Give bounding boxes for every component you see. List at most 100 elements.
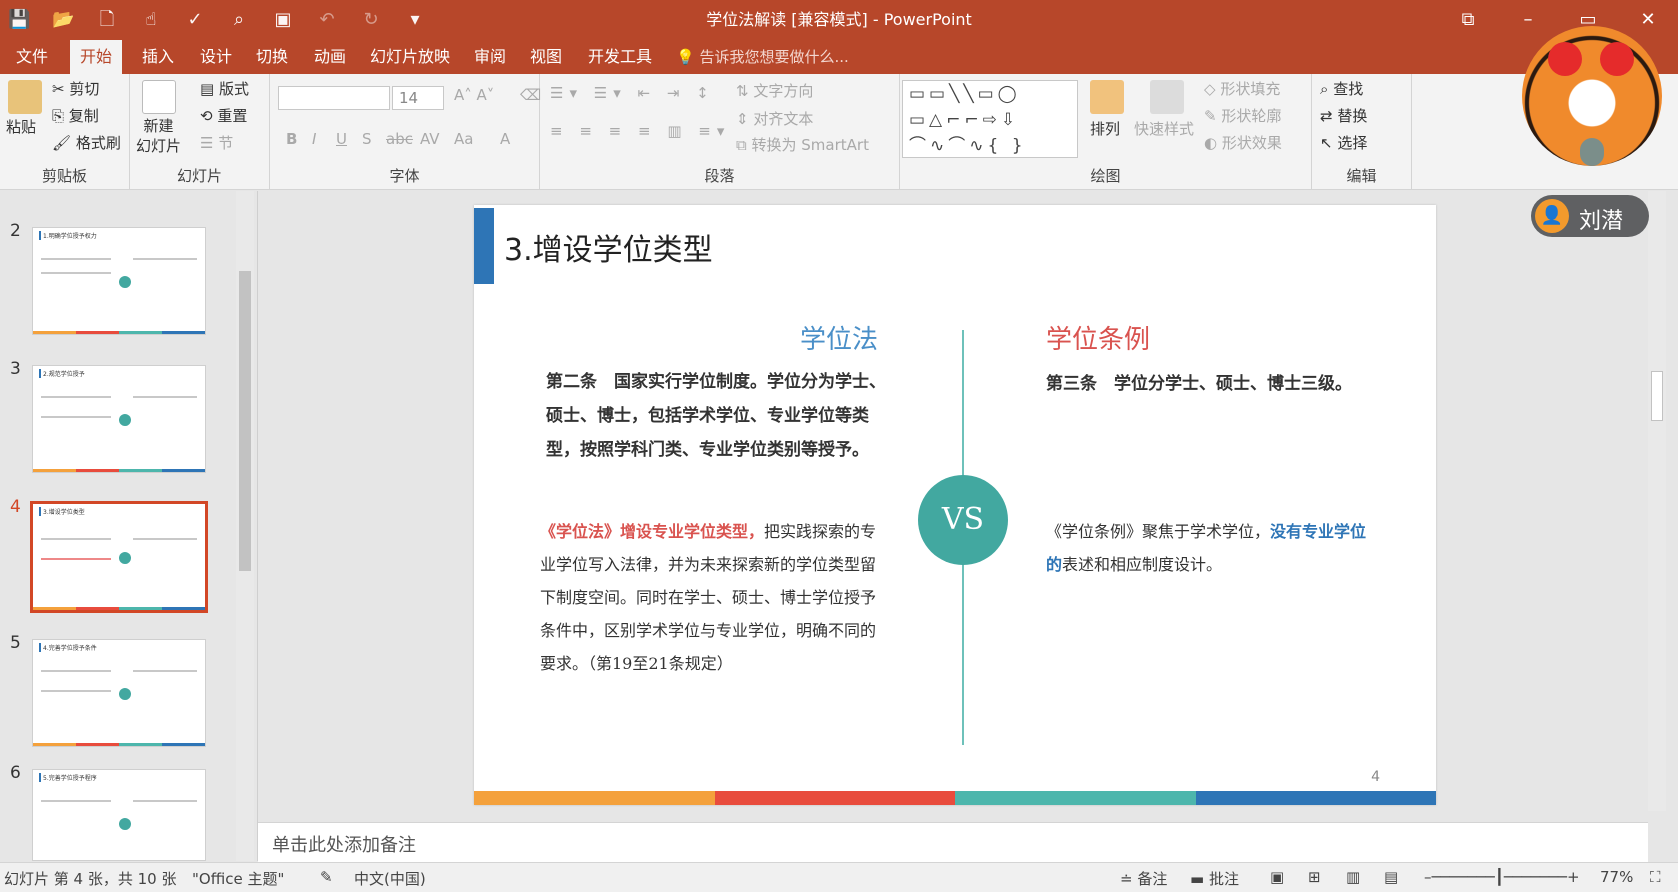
align-buttons[interactable]: ≡ ≡ ≡ ≡ ▥ ≡▾ <box>550 122 730 140</box>
customize-icon[interactable]: ▾ <box>404 9 426 31</box>
slide-thumbnail-5[interactable]: 4.完善学位授予条件 <box>32 639 206 747</box>
new-icon[interactable]: 🗋 <box>96 9 118 31</box>
paste-icon[interactable] <box>8 80 42 114</box>
slide-thumbnail-6[interactable]: 5.完善学位授予程序 <box>32 769 206 861</box>
bold-button[interactable]: B <box>286 130 297 148</box>
zoom-slider[interactable]: –───────┃───────+ <box>1424 868 1580 886</box>
shapes-gallery[interactable]: ▭▭╲╲▭◯ ▭△⌐⌐⇨⇩ ⌒∿⌒∿{ } <box>902 80 1078 158</box>
tell-me-search[interactable]: 💡 告诉我您想要做什么... <box>676 40 849 74</box>
language-indicator[interactable]: 中文(中国) <box>354 868 426 889</box>
shape-outline-button[interactable]: ✎ 形状轮廓 <box>1204 105 1281 126</box>
right-explanation-b: 表述和相应制度设计。 <box>1062 555 1223 574</box>
meeting-user-chip[interactable]: 👤 刘潜 <box>1531 195 1649 237</box>
tab-design[interactable]: 设计 <box>190 40 242 74</box>
smartart-button[interactable]: ⧉ 转换为 SmartArt <box>736 134 869 155</box>
shape-fill-button[interactable]: ◇ 形状填充 <box>1204 78 1280 99</box>
zoom-level[interactable]: 77% <box>1600 868 1633 886</box>
thumb-vs-circle <box>119 552 131 564</box>
list-buttons[interactable]: ☰▾ ☰▾ ⇤ ⇥ ↕ <box>550 84 715 102</box>
tab-slideshow[interactable]: 幻灯片放映 <box>360 40 460 74</box>
spellcheck-status-icon[interactable]: ✎ <box>320 868 333 886</box>
shape-effects-button[interactable]: ◐ 形状效果 <box>1204 132 1282 153</box>
grow-font-icon[interactable]: A˄ A˅ <box>454 86 494 104</box>
tab-insert[interactable]: 插入 <box>132 40 184 74</box>
cut-button[interactable]: ✂ 剪切 <box>52 78 99 99</box>
left-explanation[interactable]: 《学位法》增设专业学位类型，把实践探索的专业学位写入法律，并为未来探索新的学位类… <box>540 515 888 680</box>
notes-pane[interactable]: 单击此处添加备注 <box>258 822 1648 862</box>
left-heading[interactable]: 学位法 <box>800 319 878 356</box>
slide-thumbnail-3[interactable]: 2.规范学位授予 <box>32 365 206 473</box>
tab-home[interactable]: 开始 <box>70 40 123 76</box>
redo-icon[interactable]: ↻ <box>360 9 382 31</box>
reset-label: 重置 <box>217 107 248 125</box>
tab-view[interactable]: 视图 <box>520 40 572 74</box>
reset-button[interactable]: ⟲ 重置 <box>200 105 247 126</box>
quick-styles-icon[interactable] <box>1150 80 1184 114</box>
right-article-text[interactable]: 第三条 学位分学士、硕士、博士三级。 <box>1046 369 1406 394</box>
present-icon[interactable]: ▣ <box>272 9 294 31</box>
scroll-thumb[interactable] <box>1651 371 1663 421</box>
group-clipboard: 粘贴 ✂ 剪切 ⎘ 复制 🖌 格式刷 剪贴板 <box>0 74 130 190</box>
slideshow-view-icon[interactable]: ▤ <box>1384 868 1398 886</box>
font-color-button[interactable]: A <box>500 130 510 148</box>
section-button[interactable]: ☰ 节 <box>200 132 233 153</box>
spellcheck-icon[interactable]: ✓ <box>184 9 206 31</box>
tab-animations[interactable]: 动画 <box>304 40 356 74</box>
reading-view-icon[interactable]: ▥ <box>1346 868 1360 886</box>
slide-title[interactable]: 3.增设学位类型 <box>504 225 713 269</box>
left-article-text[interactable]: 第二条 国家实行学位制度。学位分为学士、硕士、博士，包括学术学位、专业学位等类型… <box>546 365 886 467</box>
comments-toggle[interactable]: ▬ 批注 <box>1190 868 1239 889</box>
group-drawing: ▭▭╲╲▭◯ ▭△⌐⌐⇨⇩ ⌒∿⌒∿{ } 排列 快速样式 ◇ 形状填充 ✎ 形状轮… <box>900 74 1312 190</box>
ribbon-display-icon[interactable]: ⧉ <box>1438 0 1498 40</box>
tab-developer[interactable]: 开发工具 <box>578 40 662 74</box>
preview-icon[interactable]: ⌕ <box>228 9 250 31</box>
arrange-button[interactable]: 排列 <box>1090 118 1120 139</box>
change-case-button[interactable]: Aa <box>454 130 473 148</box>
underline-button[interactable]: U <box>336 130 347 148</box>
undo-icon[interactable]: ↶ <box>316 9 338 31</box>
copy-button[interactable]: ⎘ 复制 <box>52 105 99 126</box>
char-spacing-button[interactable]: AV <box>420 130 440 148</box>
save-icon[interactable]: 💾 <box>8 9 30 31</box>
minimize-icon[interactable]: – <box>1498 0 1558 40</box>
select-button[interactable]: ↖ 选择 <box>1320 132 1367 153</box>
tab-file[interactable]: 文件 <box>6 40 58 74</box>
notes-toggle[interactable]: ≐ 备注 <box>1120 868 1167 889</box>
slide-thumbnail-2[interactable]: 1.明确学位授予权力 <box>32 227 206 335</box>
tab-transitions[interactable]: 切换 <box>246 40 298 74</box>
scroll-thumb[interactable] <box>239 271 251 571</box>
font-size-input[interactable]: 14 <box>392 86 444 110</box>
slide-canvas[interactable]: 3.增设学位类型 学位法 学位条例 VS 第二条 国家实行学位制度。学位分为学士… <box>474 205 1436 805</box>
new-slide-button[interactable]: 新建 幻灯片 <box>136 116 181 156</box>
right-explanation-a: 《学位条例》聚焦于学术学位， <box>1046 522 1271 541</box>
vs-circle[interactable]: VS <box>918 475 1008 565</box>
align-text-button[interactable]: ⇕ 对齐文本 <box>736 108 813 129</box>
format-painter-button[interactable]: 🖌 格式刷 <box>52 132 121 153</box>
replace-button[interactable]: ⇄ 替换 <box>1320 105 1367 126</box>
strikethrough-button[interactable]: abc <box>386 130 413 148</box>
shadow-button[interactable]: S <box>362 130 372 148</box>
tab-review[interactable]: 审阅 <box>464 40 516 74</box>
touch-mode-icon[interactable]: ☝ <box>140 9 162 31</box>
italic-button[interactable]: I <box>312 130 316 148</box>
thumbnail-scrollbar[interactable] <box>236 191 254 861</box>
slide-thumbnail-4[interactable]: 3.增设学位类型 <box>30 501 208 613</box>
layout-button[interactable]: ▤ 版式 <box>200 78 249 99</box>
close-icon[interactable]: ✕ <box>1618 0 1678 40</box>
clear-format-icon[interactable]: ⌫ <box>520 86 541 104</box>
paste-button[interactable]: 粘贴 <box>6 116 36 137</box>
slide-scrollbar[interactable] <box>1648 191 1666 811</box>
sorter-view-icon[interactable]: ⊞ <box>1308 868 1321 886</box>
text-direction-button[interactable]: ⇅ 文字方向 <box>736 80 813 101</box>
normal-view-icon[interactable]: ▣ <box>1270 868 1284 886</box>
quick-styles-button[interactable]: 快速样式 <box>1134 118 1194 139</box>
right-heading[interactable]: 学位条例 <box>1046 319 1150 356</box>
fit-slide-icon[interactable]: ⛶ <box>1650 868 1661 886</box>
right-explanation[interactable]: 《学位条例》聚焦于学术学位，没有专业学位的表述和相应制度设计。 <box>1046 515 1376 581</box>
new-slide-icon[interactable] <box>142 80 176 114</box>
slide-thumbnail-pane: 2 1.明确学位授予权力 3 2.规范学位授予 4 3.增设学位类型 5 4.完… <box>0 191 258 861</box>
arrange-icon[interactable] <box>1090 80 1124 114</box>
find-button[interactable]: ⌕ 查找 <box>1320 78 1363 99</box>
font-name-input[interactable] <box>278 86 390 110</box>
open-icon[interactable]: 📂 <box>52 9 74 31</box>
